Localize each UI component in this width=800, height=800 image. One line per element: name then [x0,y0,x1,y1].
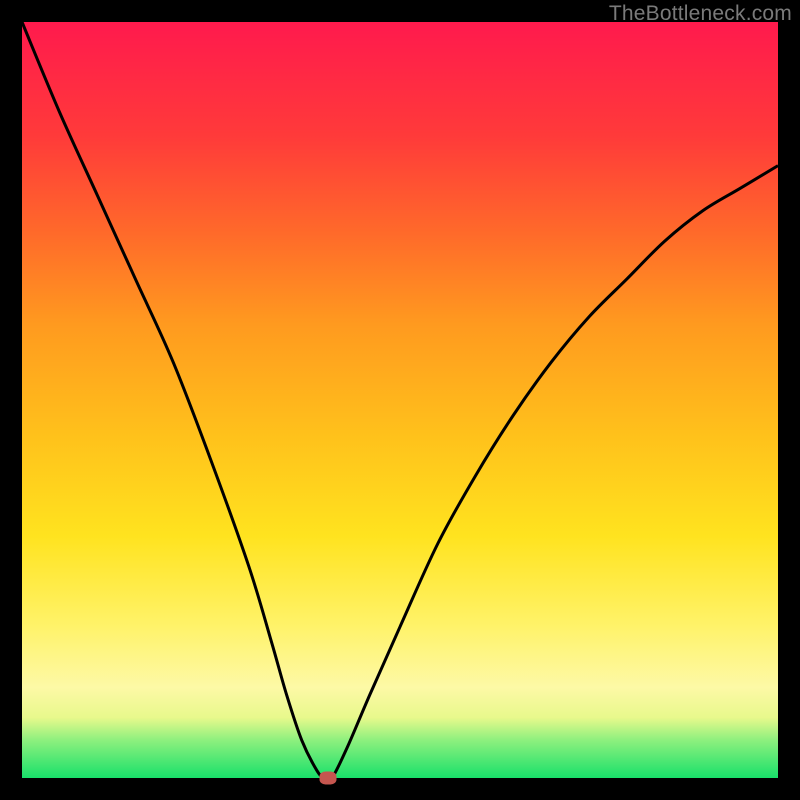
curve-line [22,22,778,781]
optimal-marker [320,772,337,785]
watermark-text: TheBottleneck.com [609,2,792,26]
bottleneck-curve [22,22,778,778]
chart-frame: TheBottleneck.com [0,0,800,800]
